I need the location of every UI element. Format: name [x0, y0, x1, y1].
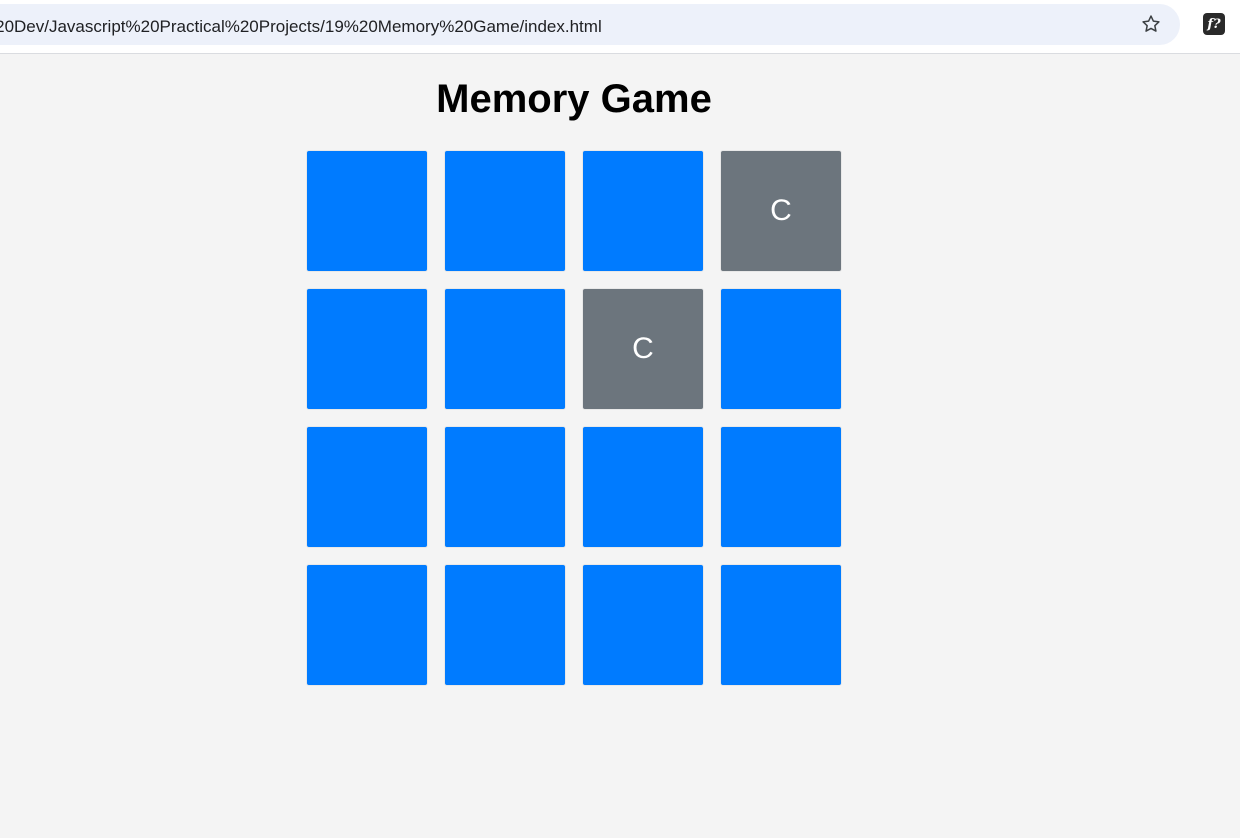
memory-card[interactable]: [582, 426, 704, 548]
memory-card[interactable]: [444, 288, 566, 410]
memory-card[interactable]: [444, 564, 566, 686]
memory-card[interactable]: C: [720, 150, 842, 272]
page-title: Memory Game: [436, 77, 712, 121]
memory-card[interactable]: [444, 426, 566, 548]
memory-card[interactable]: [720, 564, 842, 686]
url-text[interactable]: %20Dev/Javascript%20Practical%20Projects…: [0, 17, 602, 37]
memory-card[interactable]: [720, 288, 842, 410]
bookmark-star-icon[interactable]: [1139, 12, 1163, 36]
card-grid: C C: [306, 150, 842, 686]
extension-icon[interactable]: f?: [1203, 13, 1225, 35]
star-icon: [1142, 15, 1160, 32]
memory-card[interactable]: [720, 426, 842, 548]
memory-card[interactable]: [582, 150, 704, 272]
memory-card[interactable]: [306, 564, 428, 686]
browser-toolbar: %20Dev/Javascript%20Practical%20Projects…: [0, 0, 1240, 54]
memory-card[interactable]: [306, 426, 428, 548]
memory-card[interactable]: C: [582, 288, 704, 410]
address-bar[interactable]: %20Dev/Javascript%20Practical%20Projects…: [0, 4, 1180, 45]
page-content: Memory Game C C: [0, 55, 1240, 838]
memory-card[interactable]: [582, 564, 704, 686]
memory-card[interactable]: [306, 150, 428, 272]
memory-card[interactable]: [306, 288, 428, 410]
memory-card[interactable]: [444, 150, 566, 272]
